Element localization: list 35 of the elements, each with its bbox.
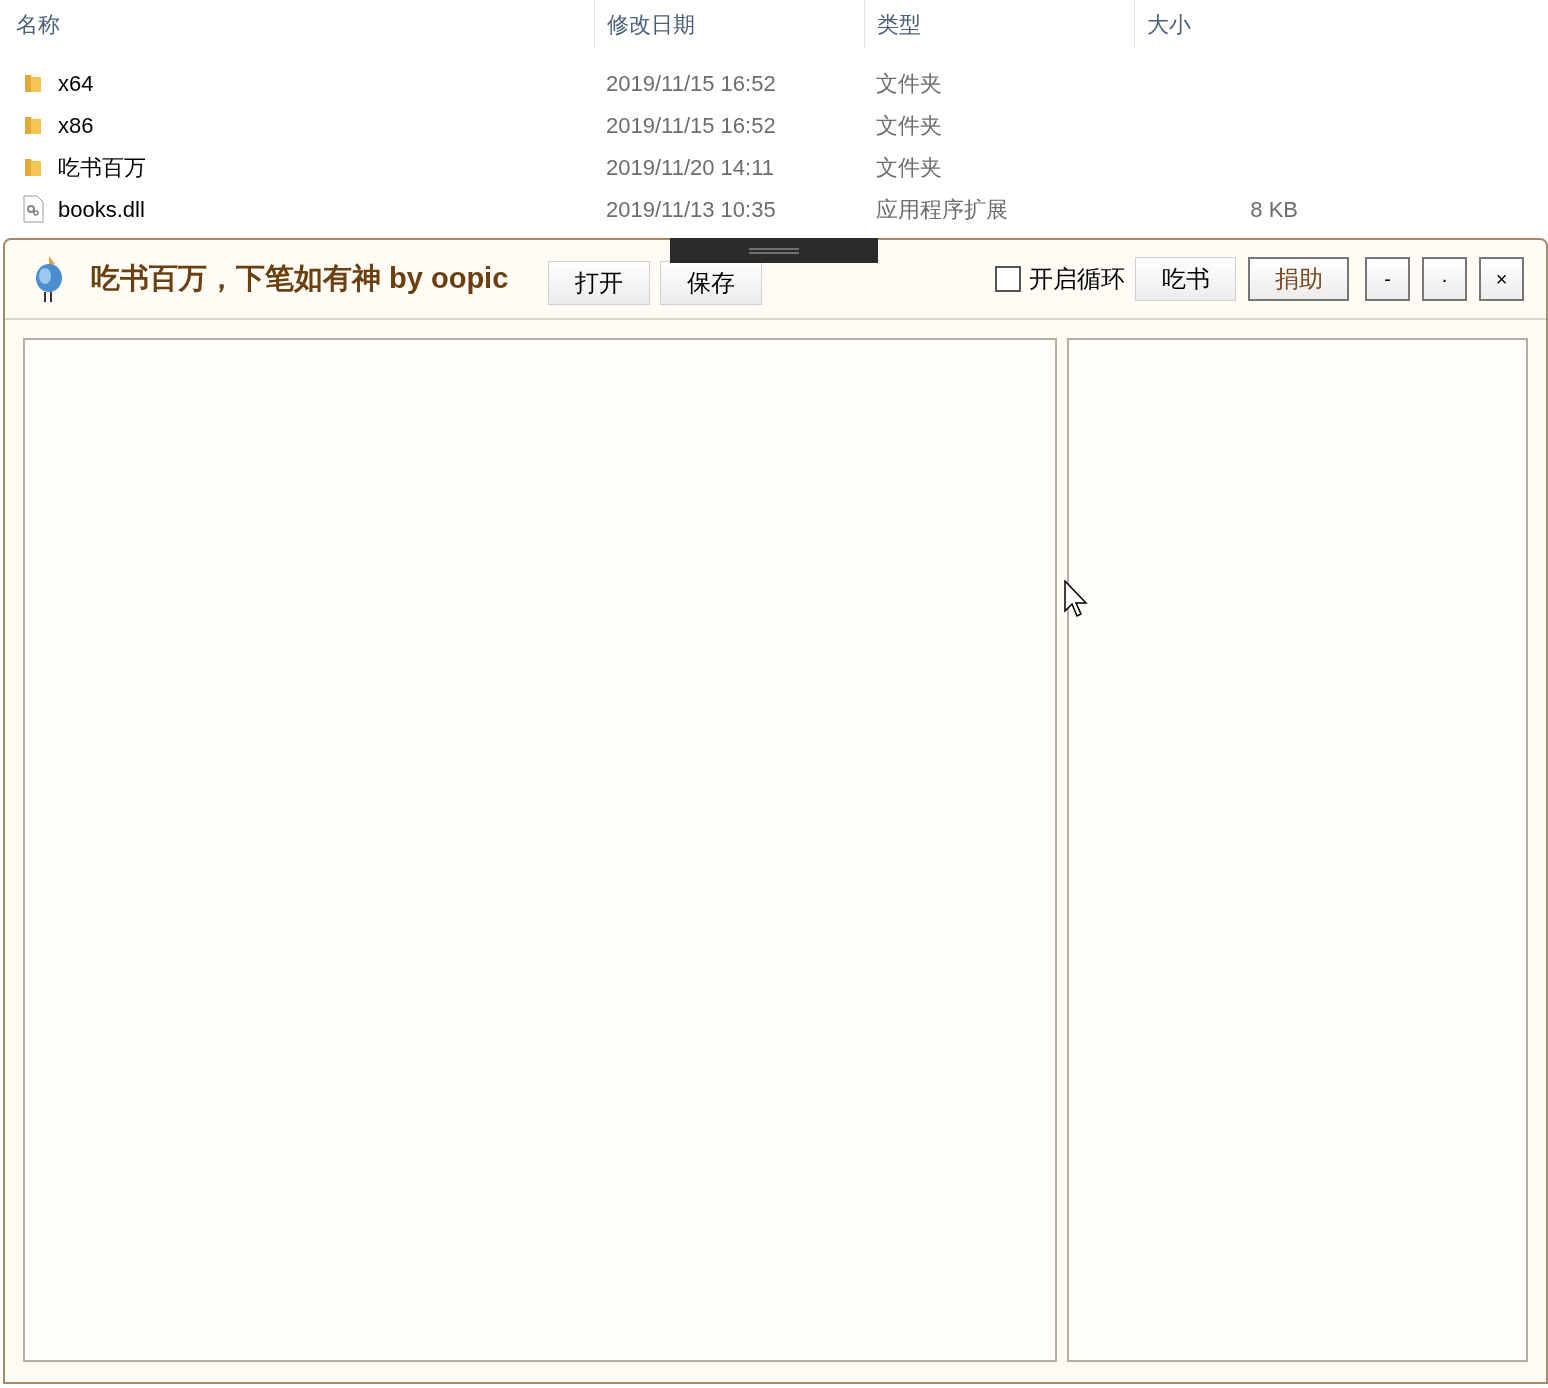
file-name[interactable]: 吃书百万 bbox=[58, 150, 146, 184]
folder-icon bbox=[23, 156, 43, 178]
toolbar-button[interactable]: 打开 bbox=[548, 261, 651, 305]
action-button[interactable]: 捐助 bbox=[1248, 257, 1349, 301]
type-cell: 文件夹 bbox=[876, 70, 942, 96]
file-name[interactable]: x86 bbox=[58, 108, 94, 142]
app-title: 吃书百万，下笔如有神 by oopic bbox=[91, 261, 509, 297]
grip-icon bbox=[749, 247, 799, 254]
file-name[interactable]: books.dll bbox=[58, 192, 145, 226]
column-header[interactable]: 名称 bbox=[0, 0, 594, 48]
window-control-button[interactable]: × bbox=[1479, 257, 1524, 301]
file-name[interactable]: x64 bbox=[58, 66, 94, 100]
list-panel[interactable] bbox=[1067, 338, 1528, 1362]
column-header[interactable]: 类型 bbox=[864, 0, 1134, 48]
type-cell: 文件夹 bbox=[876, 154, 942, 180]
type-cell: 应用程序扩展 bbox=[876, 196, 1008, 222]
mouse-cursor-icon bbox=[1064, 580, 1090, 620]
drag-handle[interactable] bbox=[670, 238, 878, 263]
text-area[interactable] bbox=[23, 338, 1057, 1362]
date-cell: 2019/11/15 16:52 bbox=[606, 112, 776, 138]
column-header[interactable]: 大小 bbox=[1134, 0, 1314, 48]
gear-file-icon bbox=[22, 195, 44, 223]
action-button[interactable]: 吃书 bbox=[1135, 257, 1236, 301]
column-header[interactable]: 修改日期 bbox=[594, 0, 864, 48]
size-cell: 8 KB bbox=[1250, 196, 1298, 222]
toolbar-button[interactable]: 保存 bbox=[660, 261, 763, 305]
date-cell: 2019/11/15 16:52 bbox=[606, 70, 776, 96]
window-control-button[interactable]: - bbox=[1365, 257, 1410, 301]
date-cell: 2019/11/13 10:35 bbox=[606, 196, 776, 222]
type-cell: 文件夹 bbox=[876, 112, 942, 138]
folder-icon bbox=[23, 72, 43, 94]
folder-icon bbox=[23, 114, 43, 136]
window-control-button[interactable]: · bbox=[1422, 257, 1467, 301]
loop-checkbox[interactable]: 开启循环 bbox=[995, 261, 1125, 297]
date-cell: 2019/11/20 14:11 bbox=[606, 154, 774, 180]
